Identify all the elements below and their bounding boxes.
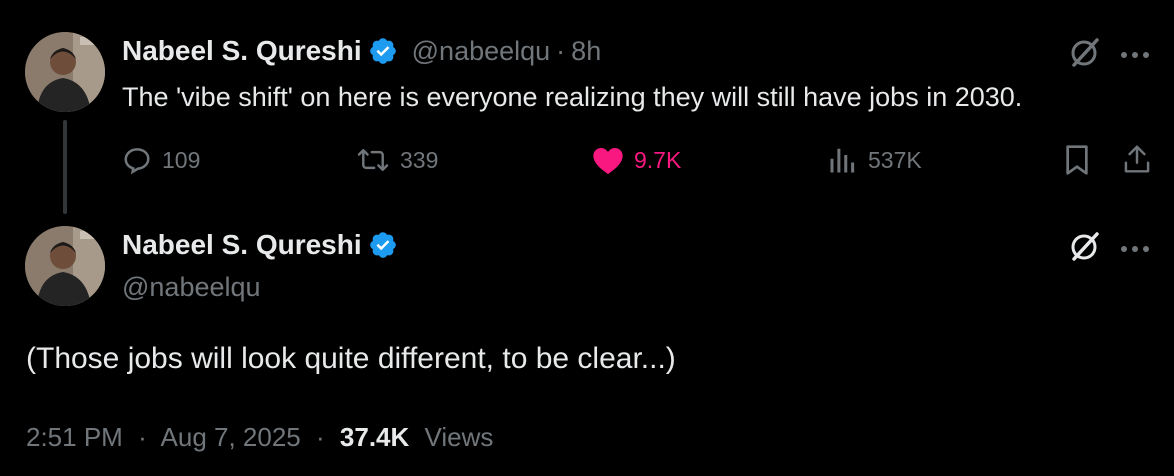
reply-count: 109 [162, 146, 201, 173]
separator-dot: · [556, 35, 566, 66]
tweet-date[interactable]: Aug 7, 2025 [161, 422, 301, 452]
avatar-photo [25, 32, 105, 112]
grok-icon[interactable] [1068, 36, 1102, 75]
reply-tweet-text: The 'vibe shift' on here is everyone rea… [122, 82, 1023, 112]
more-icon[interactable] [1120, 241, 1150, 259]
like-button[interactable]: 9.7K [592, 145, 681, 175]
repost-icon [357, 149, 389, 171]
author-handle[interactable]: @nabeelqu [412, 36, 551, 67]
author-handle[interactable]: @nabeelqu [122, 272, 261, 303]
reply-author-row: Nabeel S. Qureshi @nabeelqu · 8h [122, 35, 601, 67]
tweet-thread: Nabeel S. Qureshi @nabeelqu · 8h The 'vi… [0, 0, 1174, 476]
verified-badge-icon[interactable] [368, 36, 398, 66]
avatar[interactable] [25, 32, 105, 112]
share-icon[interactable] [1122, 143, 1152, 180]
like-count: 9.7K [634, 146, 682, 173]
reply-icon [124, 148, 150, 175]
thread-connector-line [63, 120, 67, 214]
tweet-time[interactable]: 2:51 PM [26, 422, 123, 452]
tweet-timestamp[interactable]: 8h [571, 36, 601, 67]
bookmark-icon[interactable] [1063, 144, 1091, 181]
heart-icon [593, 148, 623, 175]
avatar-photo [25, 226, 105, 306]
tweet-meta-row: 2:51 PM · Aug 7, 2025 · 37.4K Views [26, 422, 493, 453]
main-author-row: Nabeel S. Qureshi [122, 229, 398, 261]
views-count: 37.4K [339, 422, 410, 452]
repost-button[interactable]: 339 [356, 145, 438, 175]
verified-badge-icon[interactable] [368, 230, 398, 260]
author-display-name[interactable]: Nabeel S. Qureshi [122, 35, 362, 67]
views-label: Views [424, 422, 494, 452]
author-display-name[interactable]: Nabeel S. Qureshi [122, 229, 362, 261]
avatar[interactable] [25, 226, 105, 306]
more-icon[interactable] [1120, 47, 1150, 65]
main-tweet-text: (Those jobs will look quite different, t… [26, 342, 676, 375]
separator-dot: · [316, 422, 325, 452]
views-button[interactable]: 537K [828, 145, 922, 175]
separator-dot: · [138, 422, 147, 452]
views-count: 537K [868, 146, 922, 173]
repost-count: 339 [400, 146, 439, 173]
reply-button[interactable]: 109 [122, 145, 200, 175]
grok-icon[interactable] [1068, 230, 1102, 269]
views-icon [830, 148, 855, 173]
